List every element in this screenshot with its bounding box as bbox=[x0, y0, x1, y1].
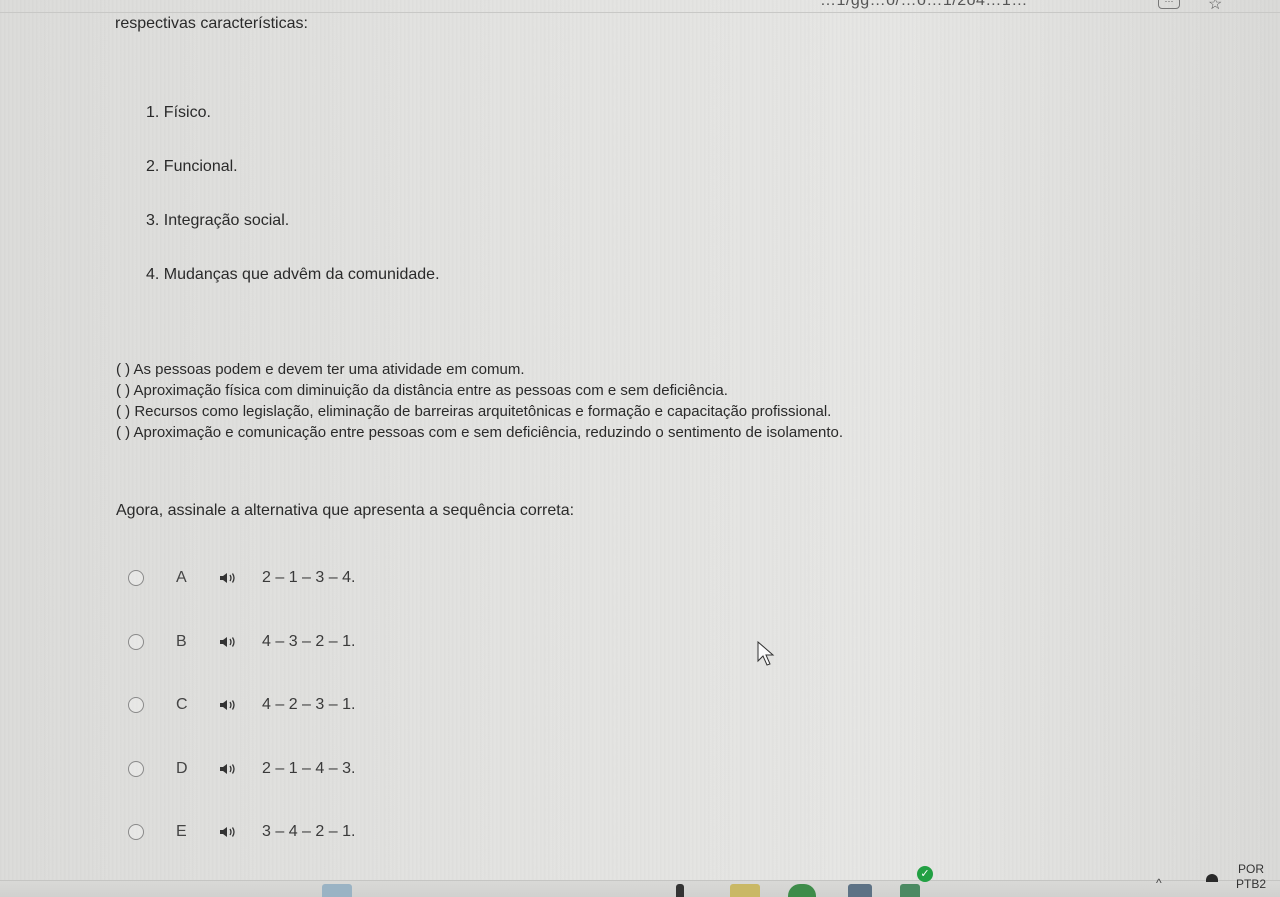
option-letter: A bbox=[176, 569, 187, 586]
option-text: 4 – 3 – 2 – 1. bbox=[262, 632, 356, 650]
taskbar-app-icon[interactable] bbox=[848, 884, 872, 897]
speaker-icon[interactable] bbox=[218, 762, 238, 776]
keyboard-layout: PTB2 bbox=[1236, 877, 1267, 891]
option-b[interactable]: B 4 – 3 – 2 – 1. bbox=[128, 632, 528, 696]
speaker-icon[interactable] bbox=[218, 825, 238, 839]
answer-options: A 2 – 1 – 3 – 4. B 4 – 3 – 2 – 1. C 4 – … bbox=[128, 568, 528, 886]
option-letter: C bbox=[176, 696, 188, 713]
radio-button[interactable] bbox=[128, 633, 144, 650]
browser-top-strip: …1/gg…o/…o…1/2o4…1… ··· ☆ bbox=[0, 0, 1280, 13]
taskbar-app-icon[interactable] bbox=[788, 884, 816, 897]
radio-button[interactable] bbox=[128, 570, 144, 586]
option-e[interactable]: E 3 – 4 – 2 – 1. bbox=[128, 822, 528, 886]
numbered-list: 1. Físico. 2. Funcional. 3. Integração s… bbox=[146, 103, 440, 319]
taskbar-app-icon[interactable] bbox=[322, 884, 352, 897]
radio-button[interactable] bbox=[128, 824, 144, 840]
language-code: POR bbox=[1238, 862, 1265, 876]
option-text: 4 – 2 – 3 – 1. bbox=[262, 696, 356, 713]
more-dots-icon[interactable]: ··· bbox=[1158, 0, 1180, 9]
statement-item: ( ) Recursos como legislação, eliminação… bbox=[116, 403, 832, 420]
option-a[interactable]: A 2 – 1 – 3 – 4. bbox=[128, 568, 528, 632]
speaker-icon[interactable] bbox=[218, 571, 238, 585]
taskbar bbox=[0, 880, 1280, 897]
option-letter: B bbox=[176, 632, 187, 650]
star-icon[interactable]: ☆ bbox=[1208, 0, 1222, 14]
option-text: 2 – 1 – 3 – 4. bbox=[262, 569, 356, 586]
numbered-item: 3. Integração social. bbox=[146, 212, 290, 229]
taskbar-app-icon[interactable] bbox=[676, 884, 684, 897]
option-text: 3 – 4 – 2 – 1. bbox=[262, 823, 356, 840]
speaker-icon[interactable] bbox=[218, 635, 238, 649]
statement-item: ( ) Aproximação física com diminuição da… bbox=[116, 382, 728, 399]
question-intro: respectivas características: bbox=[115, 15, 308, 32]
speaker-icon[interactable] bbox=[218, 698, 238, 712]
notification-badge-icon: ✓ bbox=[917, 866, 933, 882]
option-text: 2 – 1 – 4 – 3. bbox=[262, 759, 356, 777]
radio-button[interactable] bbox=[128, 760, 144, 777]
option-c[interactable]: C 4 – 2 – 3 – 1. bbox=[128, 695, 528, 759]
network-icon[interactable] bbox=[1206, 874, 1218, 882]
numbered-item: 2. Funcional. bbox=[146, 158, 238, 175]
question-prompt: Agora, assinale a alternativa que aprese… bbox=[116, 502, 575, 519]
mouse-cursor-icon bbox=[757, 641, 775, 666]
taskbar-app-icon[interactable] bbox=[900, 884, 920, 897]
tray-chevron-icon[interactable]: ^ bbox=[1156, 876, 1162, 890]
statement-item: ( ) Aproximação e comunicação entre pess… bbox=[116, 424, 844, 441]
taskbar-app-icon[interactable] bbox=[730, 884, 760, 897]
radio-button[interactable] bbox=[128, 697, 144, 713]
option-d[interactable]: D 2 – 1 – 4 – 3. bbox=[128, 759, 528, 823]
numbered-item: 1. Físico. bbox=[146, 104, 211, 121]
address-bar-url[interactable]: …1/gg…o/…o…1/2o4…1… bbox=[820, 0, 1028, 10]
option-letter: E bbox=[176, 823, 187, 840]
language-indicator[interactable]: POR PTB2 bbox=[1236, 862, 1266, 892]
option-letter: D bbox=[176, 759, 188, 777]
statements-list: ( ) As pessoas podem e devem ter uma ati… bbox=[116, 360, 843, 444]
statement-item: ( ) As pessoas podem e devem ter uma ati… bbox=[116, 361, 525, 378]
numbered-item: 4. Mudanças que advêm da comunidade. bbox=[146, 266, 440, 283]
